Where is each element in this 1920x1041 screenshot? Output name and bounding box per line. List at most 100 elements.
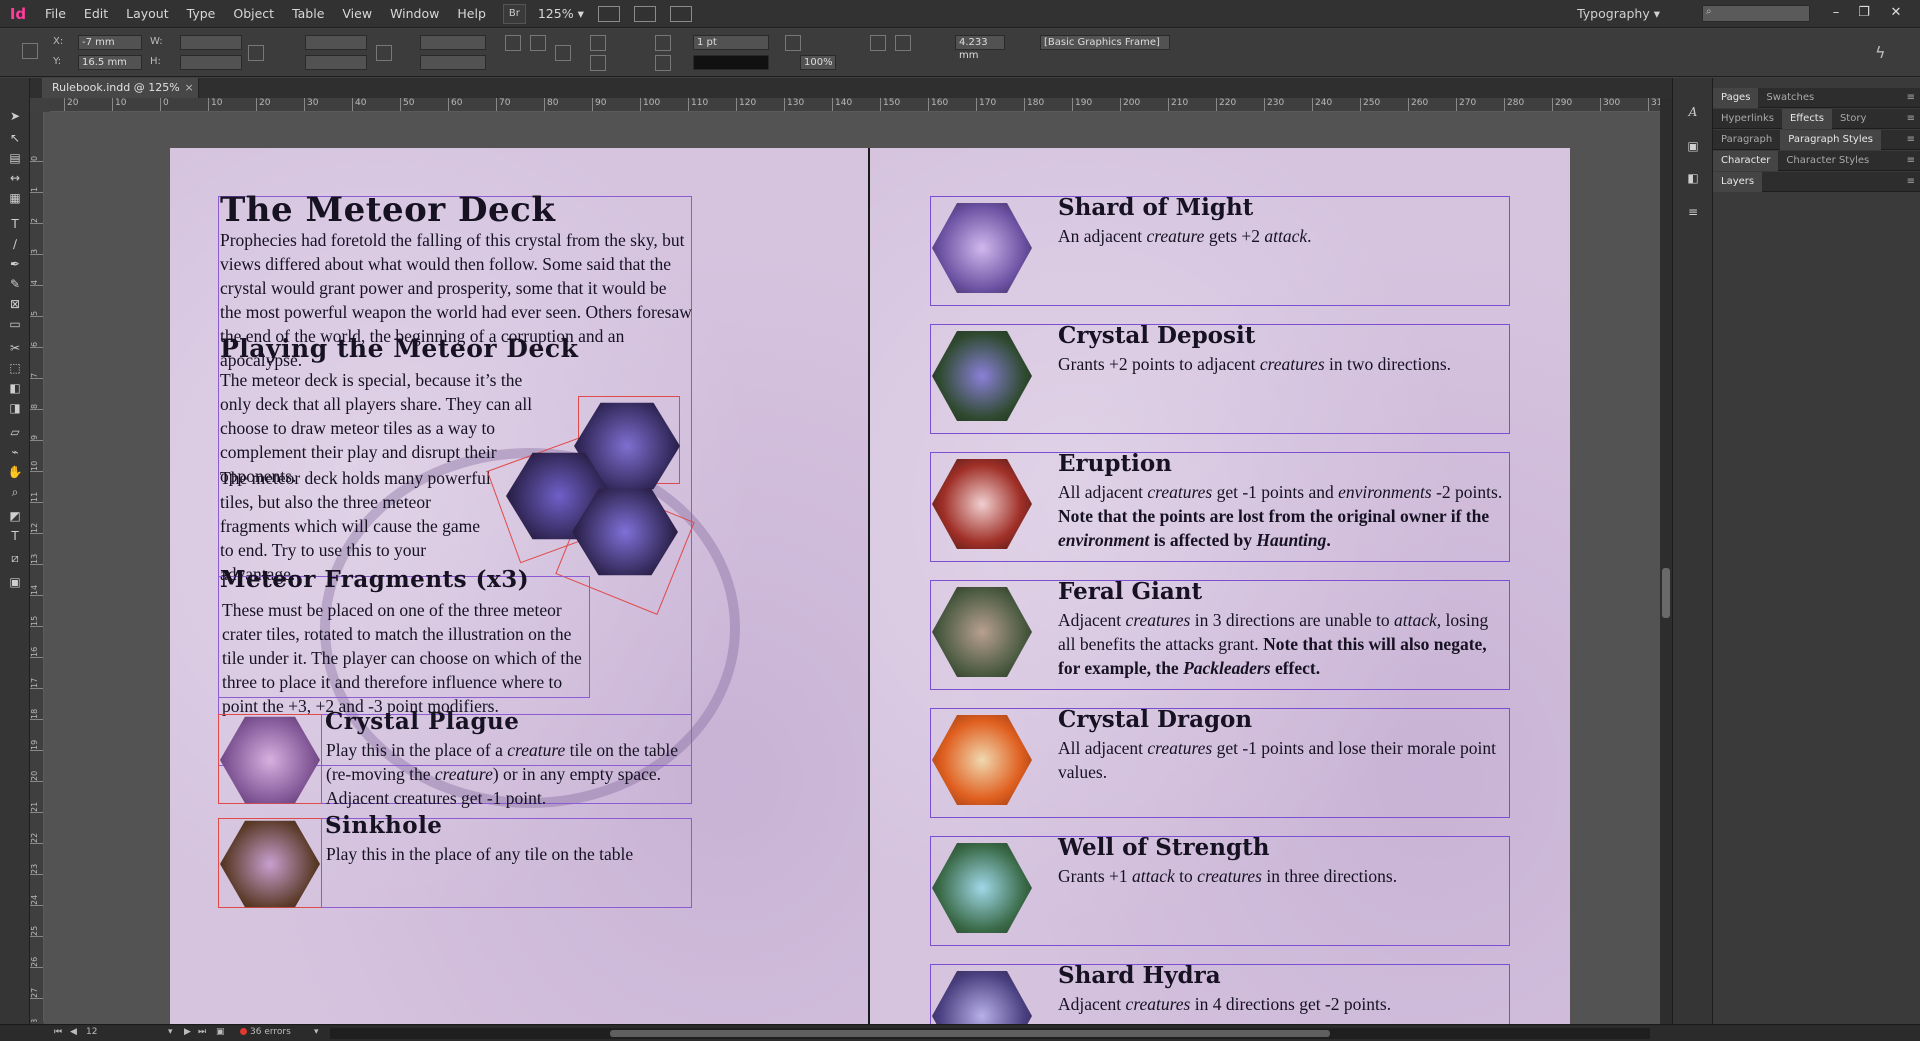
rotate-ccw-icon[interactable] — [530, 35, 546, 51]
menu-type[interactable]: Type — [178, 0, 225, 28]
rectangle-tool-icon[interactable]: ▭ — [7, 316, 23, 332]
y-position-field[interactable]: 16.5 mm — [78, 55, 142, 70]
menu-help[interactable]: Help — [448, 0, 495, 28]
links-panel-icon[interactable]: ▣ — [1685, 138, 1701, 154]
constrain-scale-icon[interactable] — [376, 45, 392, 61]
card-well-of-strength[interactable]: Well of Strength Grants +1 attack to cre… — [930, 834, 1510, 946]
left-page[interactable]: The Meteor Deck Prophecies had foretold … — [170, 148, 868, 1024]
tab-effects[interactable]: Effects — [1781, 108, 1832, 129]
card-crystal-deposit[interactable]: Crystal Deposit Grants +2 points to adja… — [930, 322, 1510, 434]
hand-tool-icon[interactable]: ✋ — [7, 464, 23, 480]
next-page-icon[interactable]: ▶ — [184, 1027, 191, 1037]
gutter-field[interactable]: 4.233 mm — [955, 35, 1005, 61]
bridge-button[interactable]: Br — [502, 3, 526, 24]
vertical-scroll-thumb[interactable] — [1662, 568, 1670, 618]
stroke-type-dropdown[interactable] — [693, 55, 769, 70]
stroke-swatch-icon[interactable] — [655, 55, 671, 71]
page-dropdown-icon[interactable]: ▾ — [168, 1027, 173, 1037]
panel-menu-icon[interactable]: ≡ — [1907, 172, 1915, 192]
card-shard-of-might[interactable]: Shard of Might An adjacent creature gets… — [930, 194, 1510, 306]
first-page-icon[interactable]: ⏮ — [54, 1027, 62, 1037]
rotation-field[interactable] — [420, 35, 486, 50]
type-tool-icon[interactable]: T — [7, 216, 23, 232]
zoom-level-dropdown[interactable]: 125% ▾ — [538, 6, 584, 21]
vertical-scrollbar[interactable] — [1660, 98, 1672, 1024]
formatting-affects-icon[interactable]: T — [7, 528, 23, 544]
panel-menu-icon[interactable]: ≡ — [1907, 88, 1915, 108]
page-number-field[interactable]: 12 — [86, 1027, 97, 1037]
panel-menu-icon[interactable]: ≡ — [1907, 109, 1915, 129]
eyedropper-tool-icon[interactable]: ⌁ — [7, 444, 23, 460]
workspace-switcher[interactable]: Typography ▾ — [1577, 0, 1660, 28]
glyphs-panel-icon[interactable]: A — [1685, 104, 1701, 120]
page-tool-icon[interactable]: ▤ — [7, 150, 23, 166]
tab-swatches[interactable]: Swatches — [1758, 88, 1822, 108]
menu-edit[interactable]: Edit — [75, 0, 117, 28]
flip-vertical-icon[interactable] — [590, 55, 606, 71]
menu-table[interactable]: Table — [283, 0, 333, 28]
tab-paragraph[interactable]: Paragraph — [1713, 130, 1780, 150]
close-window-button[interactable]: ✕ — [1882, 0, 1910, 28]
menu-window[interactable]: Window — [381, 0, 448, 28]
shear-field[interactable] — [420, 55, 486, 70]
reference-point-icon[interactable] — [22, 43, 38, 59]
height-field[interactable] — [180, 55, 242, 70]
preflight-status[interactable]: 36 errors — [240, 1027, 291, 1037]
rotate-cw-icon[interactable] — [505, 35, 521, 51]
restore-button[interactable]: ❐ — [1850, 0, 1878, 28]
gradient-panel-icon[interactable]: ◧ — [1685, 170, 1701, 186]
opacity-field[interactable]: 100% — [800, 55, 836, 70]
card-eruption[interactable]: Eruption All adjacent creatures get -1 p… — [930, 450, 1510, 562]
vertical-ruler[interactable]: 0 1 2 3 4 5 6 7 8 9 10 11 12 13 14 15 16 17 18 19 20 21 22 23 24… — [30, 112, 44, 1022]
line-tool-icon[interactable]: ∕ — [7, 236, 23, 252]
text-wrap-icon[interactable] — [870, 35, 886, 51]
minimize-button[interactable]: – — [1822, 0, 1850, 28]
menu-object[interactable]: Object — [224, 0, 283, 28]
fitting-fill-icon[interactable] — [785, 35, 801, 51]
fill-stroke-icon[interactable]: ◩ — [7, 508, 23, 524]
width-field[interactable] — [180, 35, 242, 50]
scissors-tool-icon[interactable]: ✂ — [7, 340, 23, 356]
horizontal-scroll-thumb[interactable] — [610, 1030, 1330, 1037]
preflight-menu-icon[interactable]: ▾ — [314, 1027, 319, 1037]
screen-mode-icon[interactable] — [633, 5, 656, 22]
path-type-icon[interactable] — [555, 45, 571, 61]
view-options-icon[interactable] — [597, 5, 620, 22]
flip-horizontal-icon[interactable] — [590, 35, 606, 51]
menu-file[interactable]: File — [36, 0, 75, 28]
pen-tool-icon[interactable]: ✒ — [7, 256, 23, 272]
help-search-input[interactable]: ⌕ — [1702, 5, 1810, 22]
close-tab-icon[interactable]: × — [184, 78, 193, 98]
pasteboard[interactable]: The Meteor Deck Prophecies had foretold … — [44, 112, 1660, 1024]
menu-layout[interactable]: Layout — [117, 0, 178, 28]
object-style-dropdown[interactable]: [Basic Graphics Frame] — [1040, 35, 1170, 50]
tab-paragraph-styles[interactable]: Paragraph Styles — [1780, 129, 1881, 150]
pencil-tool-icon[interactable]: ✎ — [7, 276, 23, 292]
panel-menu-icon[interactable]: ≡ — [1907, 130, 1915, 150]
selection-tool-icon[interactable]: ➤ — [7, 108, 23, 124]
right-page[interactable]: Shard of Might An adjacent creature gets… — [870, 148, 1570, 1024]
quick-apply-icon[interactable]: ϟ — [1875, 43, 1886, 62]
drop-shadow-icon[interactable] — [895, 35, 911, 51]
open-page-icon[interactable]: ▣ — [216, 1027, 225, 1037]
tab-hyperlinks[interactable]: Hyperlinks — [1713, 109, 1782, 129]
zoom-tool-icon[interactable]: ⌕ — [7, 484, 23, 500]
scale-x-field[interactable] — [305, 35, 367, 50]
tab-character-styles[interactable]: Character Styles — [1778, 151, 1877, 171]
gradient-feather-tool-icon[interactable]: ◨ — [7, 400, 23, 416]
stroke-panel-icon[interactable]: ≡ — [1685, 204, 1701, 220]
constrain-proportions-icon[interactable] — [248, 45, 264, 61]
note-tool-icon[interactable]: ▱ — [7, 424, 23, 440]
card-shard-hydra[interactable]: Shard Hydra Adjacent creatures in 4 dire… — [930, 962, 1510, 1024]
free-transform-tool-icon[interactable]: ⬚ — [7, 360, 23, 376]
document-tab[interactable]: Rulebook.indd @ 125% × — [42, 78, 199, 98]
content-collector-icon[interactable]: ▦ — [7, 190, 23, 206]
tab-pages[interactable]: Pages — [1713, 87, 1759, 108]
horizontal-ruler[interactable]: 20 10 0 10 20 30 40 50 60 70 80 90 100 110 120 130 140 15… — [50, 98, 1660, 112]
rectangle-frame-tool-icon[interactable]: ⊠ — [7, 296, 23, 312]
card-feral-giant[interactable]: Feral Giant Adjacent creatures in 3 dire… — [930, 578, 1510, 690]
gradient-swatch-tool-icon[interactable]: ◧ — [7, 380, 23, 396]
fill-swatch-icon[interactable] — [655, 35, 671, 51]
tab-character[interactable]: Character — [1713, 150, 1779, 171]
last-page-icon[interactable]: ⏭ — [198, 1027, 206, 1037]
